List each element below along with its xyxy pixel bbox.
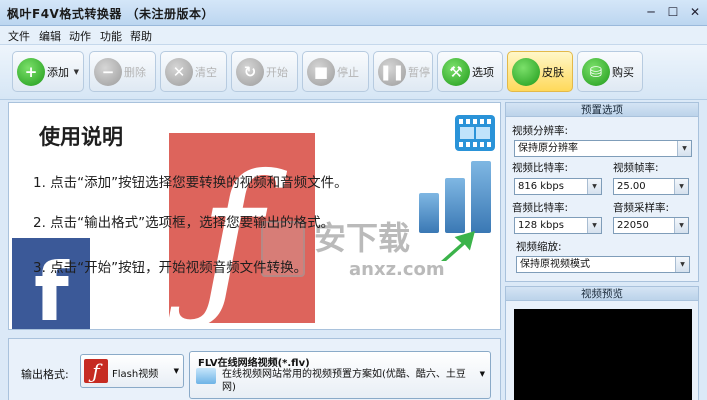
menu-function[interactable]: 功能 (100, 28, 122, 44)
stop-icon: ■ (307, 57, 335, 86)
chevron-down-icon: ▼ (674, 179, 688, 194)
preset-options-panel: 预置选项 视频分辨率: 保持原分辨率 ▼ 视频比特率: 视频帧率: 816 kb… (505, 102, 699, 282)
start-button[interactable]: ↻ 开始 (231, 51, 298, 92)
menu-help[interactable]: 帮助 (130, 28, 152, 44)
format-preset-dropdown[interactable]: FLV在线网络视频(*.flv) 在线视频网站常用的视频预置方案如(优酷、酷六、… (189, 351, 491, 399)
menu-edit[interactable]: 编辑 (39, 28, 61, 44)
start-button-label: 开始 (266, 65, 288, 79)
delete-button-label: 删除 (124, 65, 146, 79)
video-scale-label: 视频缩放: (516, 241, 562, 253)
stop-button[interactable]: ■ 停止 (302, 51, 369, 92)
chevron-down-icon: ▼ (479, 370, 485, 378)
chevron-down-icon: ▼ (677, 141, 691, 156)
instruction-step-2: 2. 点击“输出格式”选项框，选择您要输出的格式。 (33, 215, 335, 231)
add-button-label: 添加 (47, 65, 69, 79)
chevron-down-icon: ▼ (173, 367, 179, 375)
video-scale-value: 保持原视频模式 (520, 259, 590, 270)
menu-bar: 文件 编辑 动作 功能 帮助 (0, 26, 707, 45)
instruction-panel: 安下载 anxz.com 使用说明 1. 点击“添加”按钮选择您要转换的视频和音… (8, 102, 501, 330)
sample-rate-label: 音频采样率: (613, 202, 670, 214)
apple-icon (512, 57, 540, 86)
chevron-down-icon: ▼ (587, 179, 601, 194)
chevron-down-icon: ▼ (587, 218, 601, 233)
skin-button[interactable]: 皮肤 (507, 51, 573, 92)
preset-options-header: 预置选项 (506, 103, 698, 117)
refresh-icon: ↻ (236, 57, 264, 86)
clear-x-icon: ✕ (165, 57, 193, 86)
facebook-logo-icon (12, 238, 90, 329)
watermark-url: anxz.com (349, 259, 445, 280)
stop-button-label: 停止 (337, 65, 359, 79)
audio-bitrate-select[interactable]: 128 kbps ▼ (514, 217, 602, 234)
output-format-label: 输出格式: (21, 368, 69, 381)
output-format-panel: 输出格式: ƒ Flash视频 ▼ FLV在线网络视频(*.flv) 在线视频网… (8, 338, 501, 400)
format-category-value: Flash视频 (112, 369, 159, 380)
window-title: 枫叶F4V格式转换器 （未注册版本） (7, 7, 215, 21)
pause-icon: ❚❚ (378, 57, 406, 86)
sample-rate-value: 22050 (617, 220, 649, 231)
sample-rate-select[interactable]: 22050 ▼ (613, 217, 689, 234)
options-button-label: 选项 (472, 65, 494, 79)
frame-rate-value: 25.00 (617, 181, 646, 192)
chevron-down-icon[interactable]: ▼ (74, 68, 79, 76)
buy-button[interactable]: ⛁ 购买 (577, 51, 643, 92)
minimize-button[interactable]: ─ (640, 3, 662, 21)
close-button[interactable]: ✕ (684, 3, 706, 21)
arrow-up-icon (441, 231, 475, 261)
title-bar: 枫叶F4V格式转换器 （未注册版本） ─ ☐ ✕ (0, 0, 707, 26)
video-bitrate-select[interactable]: 816 kbps ▼ (514, 178, 602, 195)
audio-bitrate-value: 128 kbps (518, 220, 564, 231)
preset-title: FLV在线网络视频(*.flv) (198, 358, 310, 369)
minus-icon: − (94, 57, 122, 86)
skin-button-label: 皮肤 (542, 65, 564, 79)
pause-button-label: 暂停 (408, 65, 430, 79)
chevron-down-icon: ▼ (675, 257, 689, 272)
shopping-cart-icon: ⛁ (582, 57, 610, 86)
resolution-select[interactable]: 保持原分辨率 ▼ (514, 140, 692, 157)
maximize-button[interactable]: ☐ (662, 3, 684, 21)
toolbar: + 添加 ▼ − 删除 ✕ 清空 ↻ 开始 ■ 停止 ❚❚ 暂停 ⚒ 选项 皮肤… (0, 45, 707, 100)
pause-button[interactable]: ❚❚ 暂停 (373, 51, 433, 92)
options-button[interactable]: ⚒ 选项 (437, 51, 503, 92)
instruction-step-1: 1. 点击“添加”按钮选择您要转换的视频和音频文件。 (33, 175, 348, 191)
buy-button-label: 购买 (612, 65, 634, 79)
video-preview-header: 视频预览 (506, 287, 698, 301)
preset-description: 在线视频网站常用的视频预置方案如(优酷、酷六、土豆网) (222, 369, 466, 393)
video-bitrate-label: 视频比特率: (512, 162, 569, 174)
video-scale-select[interactable]: 保持原视频模式 ▼ (516, 256, 690, 273)
video-preview-panel: 视频预览 (505, 286, 699, 400)
chevron-down-icon: ▼ (674, 218, 688, 233)
film-strip-icon (455, 115, 495, 151)
plus-icon: + (17, 57, 45, 86)
flash-icon: ƒ (84, 359, 108, 383)
format-category-dropdown[interactable]: ƒ Flash视频 ▼ (80, 354, 184, 388)
audio-bitrate-label: 音频比特率: (512, 202, 569, 214)
folder-icon (196, 368, 216, 384)
frame-rate-label: 视频帧率: (613, 162, 659, 174)
clear-button-label: 清空 (195, 65, 217, 79)
add-button[interactable]: + 添加 ▼ (12, 51, 84, 92)
clear-button[interactable]: ✕ 清空 (160, 51, 227, 92)
tools-icon: ⚒ (442, 57, 470, 86)
video-bitrate-value: 816 kbps (518, 181, 564, 192)
delete-button[interactable]: − 删除 (89, 51, 156, 92)
resolution-value: 保持原分辨率 (518, 143, 578, 154)
instruction-step-3: 3. 点击“开始”按钮，开始视频音频文件转换。 (33, 260, 308, 276)
video-preview-screen (514, 309, 692, 400)
menu-action[interactable]: 动作 (69, 28, 91, 44)
menu-file[interactable]: 文件 (8, 28, 30, 44)
instructions-title: 使用说明 (39, 125, 123, 149)
resolution-label: 视频分辨率: (512, 125, 569, 137)
frame-rate-select[interactable]: 25.00 ▼ (613, 178, 689, 195)
